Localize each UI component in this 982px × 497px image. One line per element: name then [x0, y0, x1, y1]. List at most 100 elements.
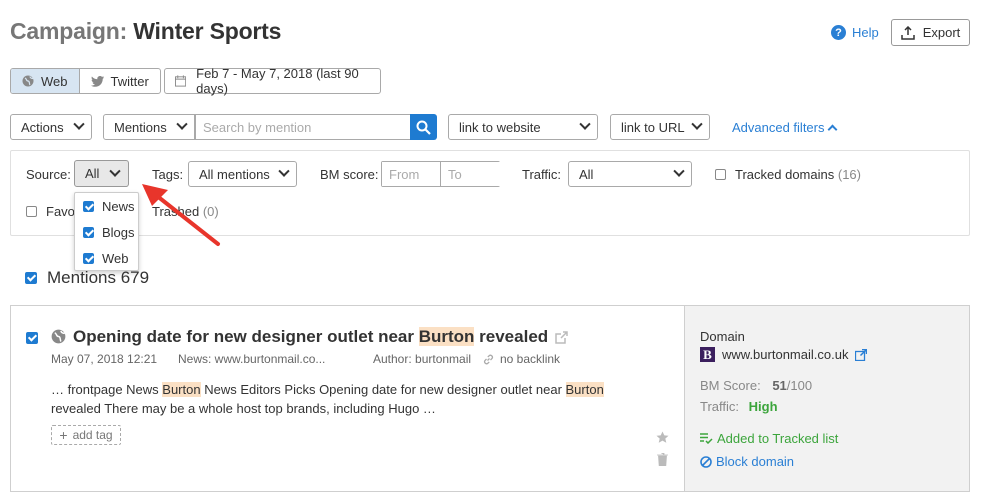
- tracked-domains-filter[interactable]: Tracked domains (16): [715, 167, 861, 182]
- tracked-domains-count: (16): [837, 167, 861, 182]
- help-label: Help: [852, 25, 879, 40]
- traffic-value: High: [748, 399, 778, 414]
- export-button[interactable]: Export: [891, 19, 970, 46]
- added-to-tracked-list[interactable]: Added to Tracked list: [700, 431, 838, 446]
- mention-author: Author: burtonmail: [373, 352, 472, 366]
- chevron-down-icon: [278, 165, 290, 177]
- globe-icon: [51, 329, 66, 344]
- source-option-label: Web: [102, 251, 129, 266]
- favorites-label: Favo: [46, 204, 75, 219]
- favorites-filter[interactable]: Favo: [26, 204, 75, 219]
- keyword-highlight: Burton: [418, 327, 475, 346]
- search-input[interactable]: [195, 114, 410, 140]
- chevron-down-icon: [73, 118, 85, 130]
- select-all-checkbox[interactable]: [25, 272, 37, 284]
- mention-checkbox[interactable]: [26, 332, 38, 344]
- traffic-side-label: Traffic:: [700, 399, 740, 414]
- chevron-down-icon: [109, 165, 121, 177]
- globe-icon: [22, 75, 34, 87]
- mention-source: News: www.burtonmail.co...: [178, 352, 326, 366]
- backlink-label: no backlink: [500, 352, 561, 366]
- link-icon: [483, 354, 494, 364]
- block-domain-button[interactable]: Block domain: [700, 454, 794, 469]
- web-checkbox[interactable]: [83, 253, 94, 264]
- source-option-label: Blogs: [102, 225, 135, 240]
- blogs-checkbox[interactable]: [83, 227, 94, 238]
- link-to-website-label: link to website: [459, 119, 541, 135]
- link-to-website-dropdown[interactable]: link to website: [448, 114, 598, 140]
- search-icon: [416, 120, 431, 135]
- snippet-text: … frontpage News: [51, 382, 163, 397]
- tab-twitter-label: Twitter: [110, 73, 149, 89]
- mention-title-text-end: revealed: [474, 327, 549, 346]
- external-link-icon[interactable]: [855, 348, 868, 361]
- mentions-count: Mentions 679: [47, 268, 150, 287]
- chevron-down-icon: [673, 165, 685, 177]
- domain-label: Domain: [700, 329, 745, 344]
- mention-date: May 07, 2018 12:21: [51, 352, 158, 366]
- source-option-news[interactable]: News: [83, 199, 135, 214]
- title-prefix: Campaign:: [10, 18, 128, 44]
- advanced-filters-toggle[interactable]: Advanced filters: [732, 120, 837, 135]
- chevron-down-icon: [579, 118, 591, 130]
- traffic-label: Traffic:: [522, 167, 562, 182]
- mentions-dropdown[interactable]: Mentions: [103, 114, 195, 140]
- chevron-up-icon: [827, 124, 837, 135]
- source-dropdown-menu: News Blogs Web: [74, 192, 139, 271]
- keyword-highlight: Burton: [162, 382, 201, 397]
- add-tag-button[interactable]: + add tag: [51, 425, 121, 445]
- bm-score-side-label: BM Score:: [700, 378, 761, 393]
- snippet-text: News Editors Picks Opening date for new …: [200, 382, 566, 397]
- tracked-domains-checkbox[interactable]: [715, 169, 726, 180]
- tab-twitter[interactable]: Twitter: [80, 69, 160, 93]
- tracked-domains-label: Tracked domains: [735, 167, 835, 182]
- link-to-url-dropdown[interactable]: link to URL: [610, 114, 710, 140]
- actions-label: Actions: [21, 119, 64, 135]
- traffic-value: All: [579, 166, 594, 182]
- bm-score-range: [381, 161, 500, 187]
- external-link-icon[interactable]: [555, 330, 568, 344]
- actions-dropdown[interactable]: Actions: [10, 114, 92, 140]
- source-option-blogs[interactable]: Blogs: [83, 225, 135, 240]
- campaign-name: Winter Sports: [133, 18, 282, 44]
- traffic-row: Traffic: High: [700, 399, 778, 414]
- block-icon: [700, 455, 712, 468]
- trash-icon[interactable]: [657, 453, 668, 466]
- mention-title-link[interactable]: Opening date for new designer outlet nea…: [73, 327, 568, 347]
- added-to-tracked-label: Added to Tracked list: [717, 431, 839, 446]
- plus-icon: +: [59, 427, 68, 443]
- search-button[interactable]: [410, 114, 437, 140]
- bm-score-value: 51: [772, 378, 787, 393]
- channel-selector: Web Twitter: [10, 68, 161, 94]
- link-to-url-label: link to URL: [621, 119, 685, 135]
- tab-web[interactable]: Web: [11, 69, 80, 93]
- mentions-header: Mentions 679: [25, 268, 149, 288]
- mention-snippet: … frontpage News Burton News Editors Pic…: [51, 380, 631, 418]
- bm-score-from-input[interactable]: [382, 162, 441, 186]
- annotation-arrow: [142, 184, 220, 246]
- list-check-icon: [700, 433, 713, 444]
- snippet-text: revealed There may be a whole host top b…: [51, 401, 436, 416]
- news-checkbox[interactable]: [83, 201, 94, 212]
- chevron-down-icon: [176, 118, 188, 130]
- star-icon[interactable]: [656, 431, 669, 444]
- source-option-web[interactable]: Web: [83, 251, 129, 266]
- page-title: Campaign: Winter Sports: [10, 18, 281, 45]
- favorites-checkbox[interactable]: [26, 206, 37, 217]
- chevron-down-icon: [691, 118, 703, 130]
- bm-score-to-input[interactable]: [441, 162, 500, 186]
- source-dropdown[interactable]: All: [74, 160, 129, 187]
- advanced-filters-label: Advanced filters: [732, 120, 825, 135]
- traffic-dropdown[interactable]: All: [568, 161, 692, 187]
- site-favicon-icon: B: [700, 347, 715, 362]
- block-domain-label: Block domain: [716, 454, 795, 469]
- source-option-label: News: [102, 199, 135, 214]
- mention-backlink-status: no backlink: [483, 352, 560, 366]
- export-icon: [900, 25, 915, 40]
- source-value: All: [85, 166, 100, 181]
- tab-web-label: Web: [41, 73, 68, 89]
- date-range-picker[interactable]: Feb 7 - May 7, 2018 (last 90 days): [164, 66, 381, 96]
- bm-score-max: /100: [786, 378, 813, 393]
- mentions-label: Mentions: [114, 119, 167, 135]
- help-link[interactable]: ? Help: [831, 25, 879, 40]
